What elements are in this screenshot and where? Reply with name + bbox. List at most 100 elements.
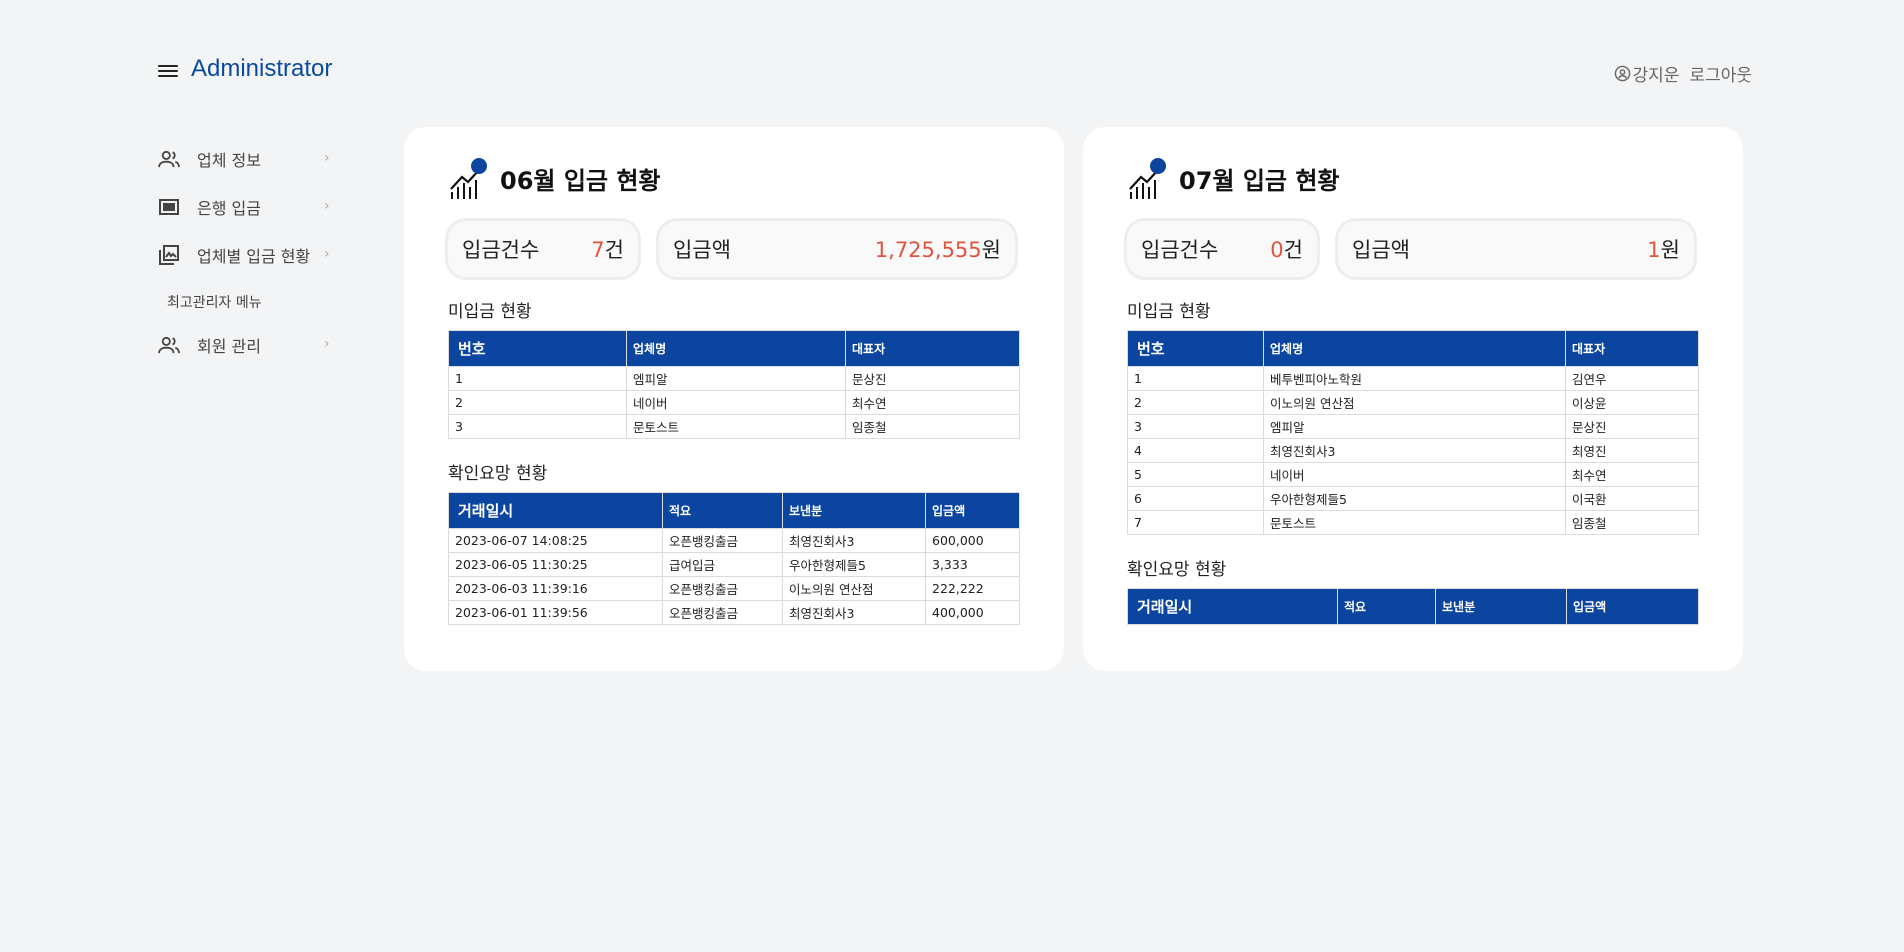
sidebar-item-label: 업체 정보: [197, 151, 261, 170]
table-cell: 문상진: [1565, 414, 1699, 439]
stat-value: 1,725,555: [874, 238, 982, 262]
table-cell: 문상진: [845, 366, 1020, 391]
column-header: 대표자: [1565, 330, 1699, 367]
table-cell: 3,333: [925, 552, 1020, 577]
chevron-right-icon: ›: [324, 336, 330, 352]
table-cell: 1: [448, 366, 627, 391]
user-circle-icon: [1614, 65, 1630, 82]
stat-label: 입금액: [673, 238, 731, 262]
column-header: 거래일시: [1127, 588, 1338, 625]
deposit-amount-stat: 입금액 1,725,555원: [659, 221, 1015, 277]
stat-label: 입금액: [1352, 238, 1410, 262]
table-cell: 3: [448, 414, 627, 439]
unpaid-section-title: 미입금 현황: [1127, 302, 1211, 322]
column-header: 적요: [1337, 588, 1436, 625]
menu-icon[interactable]: [158, 62, 178, 80]
chart-growth-icon: [1129, 158, 1166, 199]
table-row: 2023-06-03 11:39:16 오픈뱅킹출금 이노의원 연산점 222,222: [448, 576, 1020, 601]
unpaid-table: 번호 업체명 대표자 1 엠피알 문상진 2 네이버 최수연 3 문토스트 임종철: [448, 330, 1020, 439]
stat-value: 7: [591, 238, 605, 262]
sidebar-item-member-management[interactable]: 회원 관리 ›: [157, 321, 337, 369]
table-cell: 이국환: [1565, 486, 1699, 511]
column-header: 적요: [662, 492, 783, 529]
column-header: 입금액: [1566, 588, 1699, 625]
table-cell: 2023-06-01 11:39:56: [448, 600, 663, 625]
chevron-right-icon: ›: [324, 150, 330, 166]
table-cell: 600,000: [925, 528, 1020, 553]
card-header: 06월 입금 현황: [448, 153, 1020, 203]
table-cell: 엠피알: [1263, 414, 1566, 439]
table-cell: 3: [1127, 414, 1264, 439]
table-cell: 7: [1127, 510, 1264, 535]
column-header: 업체명: [626, 330, 846, 367]
table-cell: 문토스트: [626, 414, 846, 439]
table-cell: 최수연: [1565, 462, 1699, 487]
check-table: 거래일시 적요 보낸분 입금액 2023-06-07 14:08:25 오픈뱅킹출…: [448, 492, 1020, 625]
table-cell: 네이버: [1263, 462, 1566, 487]
table-cell: 222,222: [925, 576, 1020, 601]
table-row: 2023-06-01 11:39:56 오픈뱅킹출금 최영진회사3 400,000: [448, 600, 1020, 625]
table-cell: 1: [1127, 366, 1264, 391]
unpaid-section-title: 미입금 현황: [448, 302, 532, 322]
app-title[interactable]: Administrator: [191, 55, 332, 83]
table-row: 2 네이버 최수연: [448, 390, 1020, 415]
column-header: 번호: [1127, 330, 1264, 367]
table-cell: 이상윤: [1565, 390, 1699, 415]
table-cell: 최영진회사3: [782, 600, 926, 625]
table-cell: 2: [1127, 390, 1264, 415]
table-cell: 2: [448, 390, 627, 415]
column-header: 대표자: [845, 330, 1020, 367]
table-cell: 베투벤피아노학원: [1263, 366, 1566, 391]
table-cell: 최영진: [1565, 438, 1699, 463]
sidebar-item-company-deposit-status[interactable]: 업체별 입금 현황 ›: [157, 231, 337, 279]
column-header: 보낸분: [1435, 588, 1567, 625]
logout-button[interactable]: 로그아웃: [1689, 61, 1752, 86]
table-cell: 엠피알: [626, 366, 846, 391]
deposit-card-june: 06월 입금 현황 입금건수 7건 입금액 1,725,555원 미입금 현황 …: [404, 127, 1064, 671]
column-header: 입금액: [925, 492, 1020, 529]
table-cell: 급여입금: [662, 552, 783, 577]
sidebar-item-label: 회원 관리: [197, 337, 261, 356]
user-name: 강지운: [1632, 66, 1680, 86]
table-row: 3 문토스트 임종철: [448, 414, 1020, 439]
table-row: 6 우아한형제들5 이국환: [1127, 486, 1699, 511]
sidebar-item-bank-deposit[interactable]: 은행 입금 ›: [157, 183, 337, 231]
table-cell: 오픈뱅킹출금: [662, 600, 783, 625]
card-title: 06월 입금 현황: [500, 166, 661, 195]
table-cell: 우아한형제들5: [782, 552, 926, 577]
card-title: 07월 입금 현황: [1179, 166, 1340, 195]
table-cell: 5: [1127, 462, 1264, 487]
sidebar-section-title: 최고관리자 메뉴: [167, 295, 262, 311]
column-header: 번호: [448, 330, 627, 367]
table-cell: 2023-06-03 11:39:16: [448, 576, 663, 601]
table-cell: 이노의원 연산점: [1263, 390, 1566, 415]
stat-unit: 원: [981, 238, 1001, 262]
table-cell: 2023-06-05 11:30:25: [448, 552, 663, 577]
check-table: 거래일시 적요 보낸분 입금액: [1127, 588, 1699, 625]
table-cell: 6: [1127, 486, 1264, 511]
column-header: 거래일시: [448, 492, 663, 529]
sidebar-item-label: 은행 입금: [197, 199, 261, 218]
table-cell: 최영진회사3: [782, 528, 926, 553]
check-section-title: 확인요망 현황: [448, 464, 548, 484]
user-profile[interactable]: 강지운: [1614, 61, 1680, 86]
table-cell: 문토스트: [1263, 510, 1566, 535]
table-cell: 임종철: [845, 414, 1020, 439]
table-cell: 4: [1127, 438, 1264, 463]
user-box: 강지운 로그아웃: [1614, 61, 1752, 86]
deposit-count-stat: 입금건수 7건: [448, 221, 638, 277]
table-cell: 400,000: [925, 600, 1020, 625]
table-cell: 임종철: [1565, 510, 1699, 535]
card-header: 07월 입금 현황: [1127, 153, 1699, 203]
stat-value: 1: [1647, 238, 1661, 262]
gallery-icon: [157, 243, 181, 267]
table-cell: 최영진회사3: [1263, 438, 1566, 463]
stat-unit: 원: [1660, 238, 1680, 262]
users-icon: [157, 147, 181, 171]
table-cell: 오픈뱅킹출금: [662, 576, 783, 601]
table-cell: 2023-06-07 14:08:25: [448, 528, 663, 553]
sidebar-item-company-info[interactable]: 업체 정보 ›: [157, 135, 337, 183]
column-header: 업체명: [1263, 330, 1566, 367]
column-header: 보낸분: [782, 492, 926, 529]
users-icon: [157, 333, 181, 357]
